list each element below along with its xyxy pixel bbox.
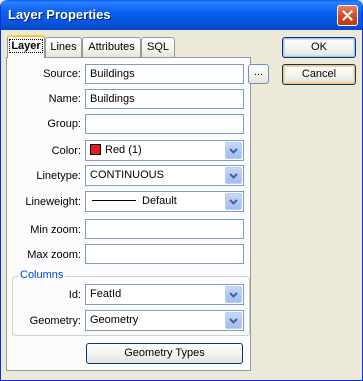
- close-icon: [342, 10, 353, 21]
- linetype-dropdown-button[interactable]: [225, 167, 242, 184]
- chevron-down-icon: [229, 317, 238, 324]
- color-select[interactable]: Red (1): [85, 140, 244, 161]
- tab-layer[interactable]: Layer: [7, 35, 45, 58]
- geometry-dropdown-button[interactable]: [225, 312, 242, 329]
- source-field[interactable]: Buildings: [85, 64, 244, 84]
- line-sample: [92, 200, 136, 201]
- group-field[interactable]: [85, 114, 244, 134]
- window-title: Layer Properties: [8, 7, 111, 22]
- linetype-select[interactable]: CONTINUOUS: [85, 165, 244, 186]
- id-dropdown-button[interactable]: [225, 286, 242, 303]
- lineweight-dropdown-button[interactable]: [225, 193, 242, 210]
- name-label: Name:: [48, 93, 81, 105]
- color-label: Color:: [51, 145, 81, 157]
- browse-source-button[interactable]: ...: [248, 64, 269, 84]
- linetype-label: Linetype:: [36, 170, 81, 182]
- lineweight-label: Lineweight:: [25, 196, 81, 208]
- group-label: Group:: [47, 118, 81, 130]
- lineweight-select[interactable]: Default: [85, 191, 244, 212]
- chevron-down-icon: [229, 198, 238, 205]
- chevron-down-icon: [229, 172, 238, 179]
- ok-button[interactable]: OK: [282, 37, 356, 58]
- id-column-value: FeatId: [90, 288, 122, 300]
- linetype-value: CONTINUOUS: [90, 169, 164, 181]
- min-zoom-field[interactable]: [85, 219, 244, 239]
- chevron-down-icon: [229, 147, 238, 154]
- tab-sql[interactable]: SQL: [141, 37, 175, 57]
- lineweight-value: Default: [142, 195, 177, 207]
- title-bar[interactable]: Layer Properties: [1, 0, 362, 30]
- close-button[interactable]: [337, 5, 358, 26]
- color-value: Red (1): [105, 144, 142, 156]
- id-column-select[interactable]: FeatId: [85, 284, 244, 305]
- max-zoom-label: Max zoom:: [27, 249, 81, 261]
- source-label: Source:: [43, 68, 81, 80]
- geometry-column-select[interactable]: Geometry: [85, 310, 244, 331]
- geometry-types-button[interactable]: Geometry Types: [86, 343, 243, 364]
- chevron-down-icon: [229, 291, 238, 298]
- id-label: Id:: [68, 289, 81, 301]
- geometry-label: Geometry:: [29, 315, 81, 327]
- color-swatch: [90, 144, 101, 155]
- min-zoom-label: Min zoom:: [30, 224, 81, 236]
- geometry-column-value: Geometry: [90, 314, 139, 326]
- cancel-button[interactable]: Cancel: [282, 64, 356, 85]
- max-zoom-field[interactable]: [85, 244, 244, 264]
- color-dropdown-button[interactable]: [225, 142, 242, 159]
- name-field[interactable]: Buildings: [85, 89, 244, 109]
- tab-lines[interactable]: Lines: [45, 37, 82, 57]
- tab-attributes[interactable]: Attributes: [82, 37, 141, 57]
- columns-group-title: Columns: [18, 269, 66, 281]
